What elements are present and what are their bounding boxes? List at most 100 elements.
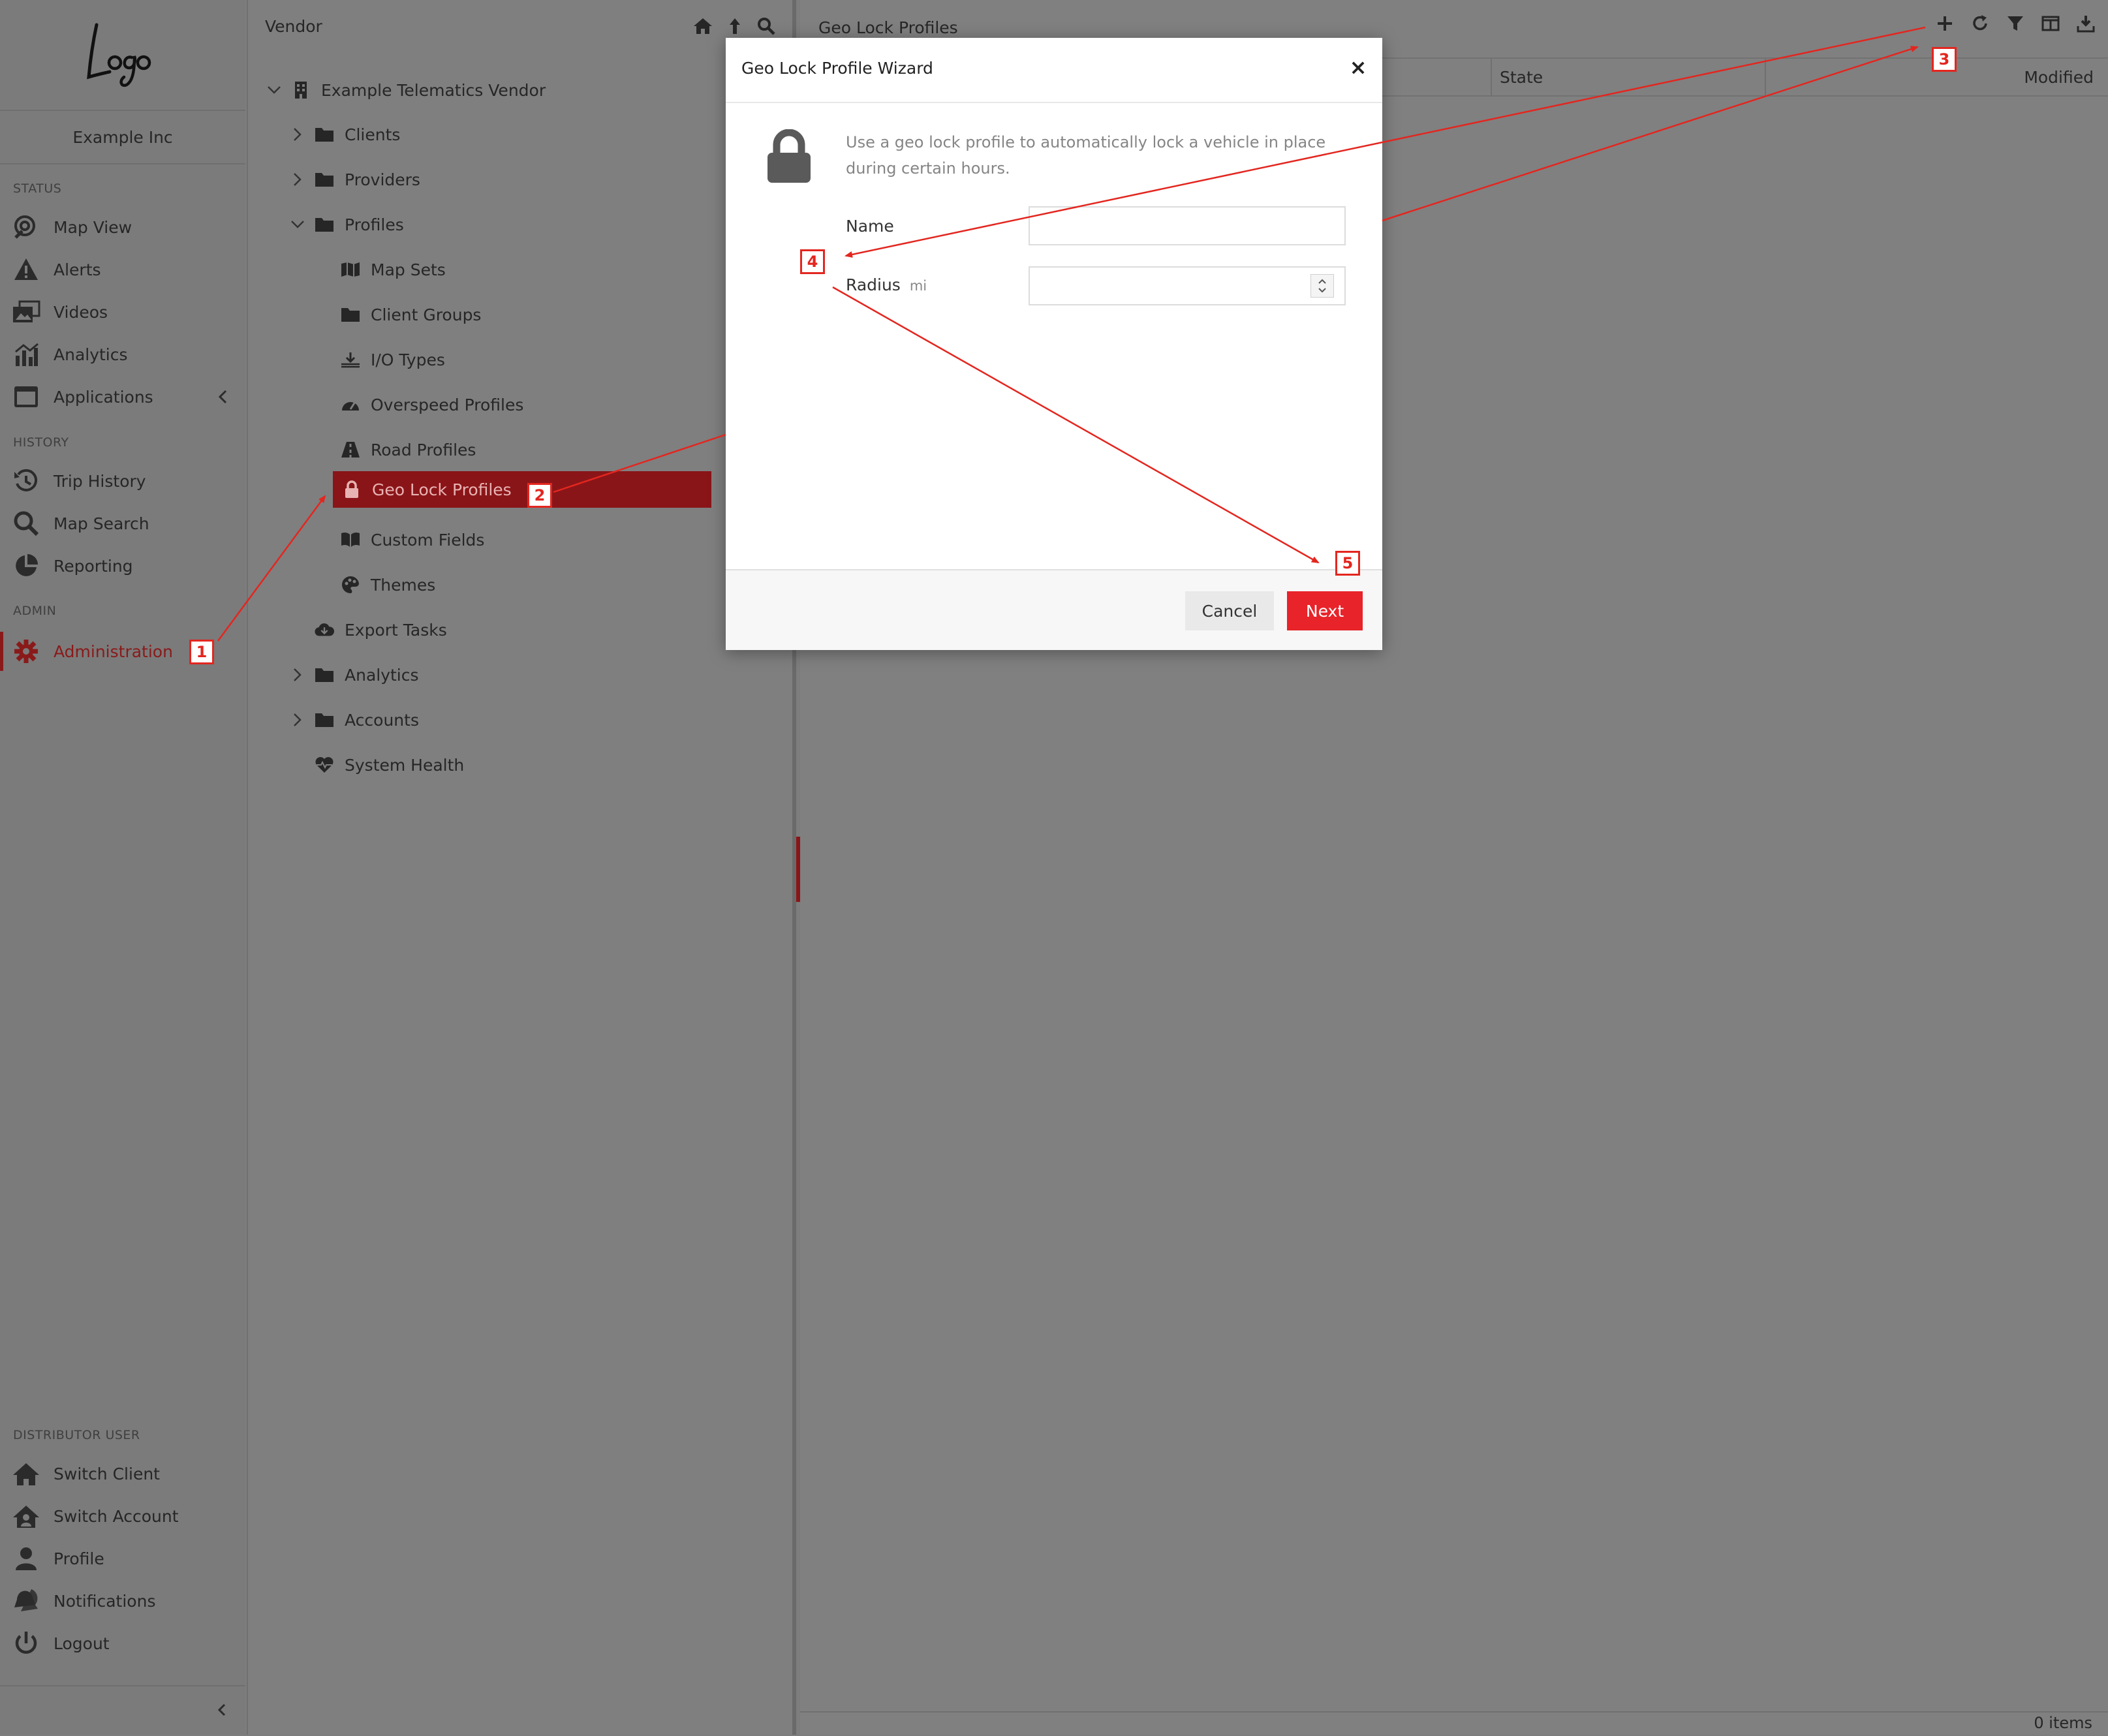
nav-item-label: Map Search: [54, 514, 149, 533]
folder-icon: [315, 665, 334, 685]
io-icon: [341, 350, 360, 369]
nav-item-label: Applications: [54, 387, 153, 407]
nav-item-videos[interactable]: Videos: [0, 292, 245, 332]
tree-node-themes[interactable]: Themes: [316, 566, 435, 603]
grid-title: Geo Lock Profiles: [818, 18, 958, 37]
nav-item-reporting[interactable]: Reporting: [0, 546, 245, 585]
tree-node-label: Themes: [371, 575, 436, 595]
nav-item-map-search[interactable]: Map Search: [0, 504, 245, 543]
folder-icon: [315, 710, 334, 730]
radius-input[interactable]: [1029, 266, 1346, 305]
filter-icon[interactable]: [2006, 14, 2024, 35]
nav-item-map-view[interactable]: Map View: [0, 208, 245, 247]
collapse-sidebar-icon[interactable]: [215, 1701, 228, 1722]
tree-node-io-types[interactable]: I/O Types: [316, 341, 445, 378]
callout-5: 5: [1335, 551, 1360, 576]
nav-item-switch-account[interactable]: Switch Account: [0, 1496, 245, 1536]
tree-node-label: Profiles: [345, 215, 404, 234]
tree-node-clients[interactable]: Clients: [290, 116, 400, 153]
folder-icon: [315, 125, 334, 144]
nav-item-analytics[interactable]: Analytics: [0, 335, 245, 374]
chevron-down-icon[interactable]: [266, 82, 282, 98]
tree-node-overspeed-profiles[interactable]: Overspeed Profiles: [316, 386, 523, 423]
tree-node-road-profiles[interactable]: Road Profiles: [316, 431, 476, 468]
section-label-status: STATUS: [13, 181, 62, 196]
chevron-right-icon[interactable]: [290, 172, 305, 187]
column-divider[interactable]: [1491, 59, 1492, 95]
tree-node-label: Road Profiles: [371, 440, 476, 459]
tree-node-geo-lock-profiles[interactable]: Geo Lock Profiles: [333, 471, 711, 508]
callout-2: 2: [527, 483, 552, 508]
column-header-state[interactable]: State: [1500, 68, 1543, 87]
tree-node-custom-fields[interactable]: Custom Fields: [316, 521, 484, 558]
column-header-modified[interactable]: Modified: [2024, 68, 2094, 87]
tree-node-profiles[interactable]: Profiles: [290, 206, 404, 243]
callout-1: 1: [189, 640, 214, 664]
tree-node-label: Providers: [345, 170, 420, 189]
tree-panel: Vendor Example Telematics Vendor Clients…: [247, 0, 796, 1735]
gear-icon: [12, 637, 40, 666]
analytics-icon: [12, 340, 40, 369]
refresh-icon[interactable]: [1971, 14, 1989, 35]
callout-4: 4: [800, 249, 825, 274]
video-icon: [12, 298, 40, 326]
search-icon[interactable]: [757, 17, 775, 38]
alert-icon: [12, 255, 40, 284]
tree-node-map-sets[interactable]: Map Sets: [316, 251, 446, 288]
tree-node-export-tasks[interactable]: Export Tasks: [290, 612, 447, 648]
chevron-down-icon[interactable]: [290, 217, 305, 232]
chevron-right-icon[interactable]: [290, 667, 305, 683]
next-button[interactable]: Next: [1287, 591, 1363, 630]
tree-node-client-groups[interactable]: Client Groups: [316, 296, 481, 333]
chevron-right-icon[interactable]: [290, 712, 305, 728]
dialog-header: Geo Lock Profile Wizard ×: [726, 38, 1382, 103]
radius-label-text: Radius: [846, 275, 901, 294]
organization-name[interactable]: Example Inc: [0, 110, 245, 164]
heartbeat-icon: [315, 755, 334, 775]
chevron-right-icon[interactable]: [290, 127, 305, 142]
home-icon[interactable]: [693, 17, 713, 38]
radius-label: Radius mi: [846, 275, 927, 294]
nav-item-trip-history[interactable]: Trip History: [0, 461, 245, 501]
columns-icon[interactable]: [2041, 14, 2060, 35]
bell-icon: [12, 1587, 40, 1615]
add-icon[interactable]: [1936, 14, 1954, 35]
tree-node-label: Overspeed Profiles: [371, 395, 524, 414]
tree-root-vendor[interactable]: Example Telematics Vendor: [266, 72, 546, 108]
lock-icon: [764, 129, 814, 187]
nav-item-logout[interactable]: Logout: [0, 1624, 245, 1663]
nav-item-label: Switch Client: [54, 1464, 160, 1483]
search-icon: [12, 509, 40, 538]
tree-node-label: Map Sets: [371, 260, 446, 279]
folder-icon: [315, 170, 334, 189]
tree-node-providers[interactable]: Providers: [290, 161, 420, 198]
close-icon[interactable]: ×: [1348, 57, 1368, 78]
dialog-title: Geo Lock Profile Wizard: [741, 59, 933, 78]
sidebar-footer: [0, 1685, 245, 1736]
nav-item-label: Administration: [54, 642, 173, 661]
radius-stepper[interactable]: [1310, 274, 1334, 298]
geo-lock-profile-wizard-dialog: Geo Lock Profile Wizard × Use a geo lock…: [726, 38, 1382, 650]
tree-node-accounts[interactable]: Accounts: [290, 702, 419, 738]
nav-item-profile[interactable]: Profile: [0, 1539, 245, 1578]
tree-node-label: Accounts: [345, 710, 419, 730]
nav-item-alerts[interactable]: Alerts: [0, 250, 245, 289]
nav-item-switch-client[interactable]: Switch Client: [0, 1454, 245, 1493]
nav-item-label: Reporting: [54, 556, 133, 576]
tree-node-analytics[interactable]: Analytics: [290, 657, 419, 693]
nav-item-applications[interactable]: Applications: [0, 377, 245, 416]
download-icon[interactable]: [2077, 14, 2095, 35]
column-divider[interactable]: [1765, 59, 1766, 95]
level-up-icon[interactable]: [727, 17, 743, 38]
book-icon: [341, 530, 360, 550]
cancel-button[interactable]: Cancel: [1185, 591, 1274, 630]
dialog-description: Use a geo lock profile to automatically …: [846, 133, 1326, 178]
nav-item-notifications[interactable]: Notifications: [0, 1581, 245, 1620]
chevron-left-icon[interactable]: [217, 389, 230, 407]
tree-node-system-health[interactable]: System Health: [290, 747, 464, 783]
power-icon: [12, 1629, 40, 1658]
radius-unit: mi: [909, 278, 927, 294]
history-icon: [12, 467, 40, 495]
name-input[interactable]: [1029, 206, 1346, 245]
tree-root-label: Example Telematics Vendor: [321, 80, 546, 100]
